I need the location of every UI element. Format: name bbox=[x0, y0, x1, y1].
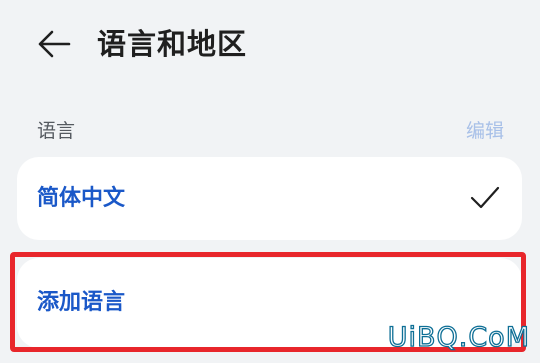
arrow-left-icon bbox=[38, 30, 71, 58]
edit-button[interactable]: 编辑 bbox=[466, 117, 504, 145]
checkmark-icon bbox=[470, 186, 500, 209]
watermark: UiBQ.CoM bbox=[387, 321, 530, 353]
back-button[interactable] bbox=[32, 24, 76, 64]
title-bar: 语言和地区 bbox=[0, 0, 540, 90]
page-title: 语言和地区 bbox=[97, 27, 248, 61]
add-language-label: 添加语言 bbox=[37, 290, 126, 315]
language-item-label: 简体中文 bbox=[37, 186, 126, 211]
language-section-label: 语言 bbox=[37, 120, 76, 142]
language-item-simplified-chinese[interactable]: 简体中文 bbox=[17, 157, 522, 240]
